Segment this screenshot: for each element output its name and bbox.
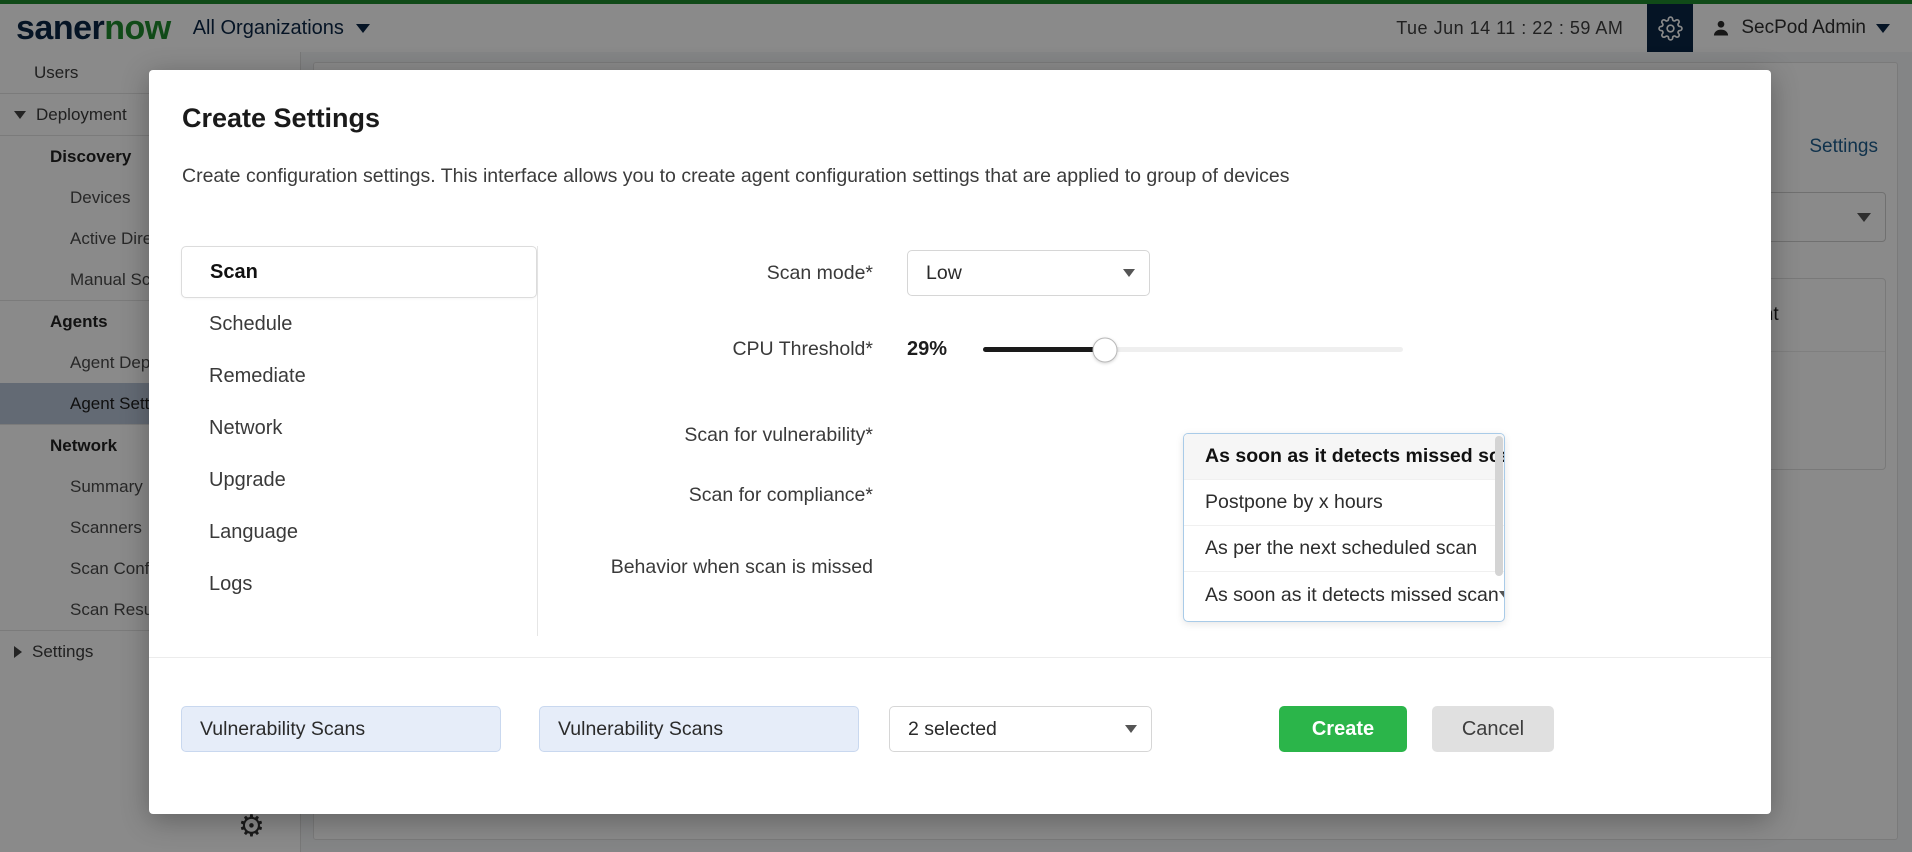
- chevron-down-icon: [1498, 591, 1504, 599]
- scan-settings-form: Scan mode* Low CPU Threshold* 29% Scan f…: [549, 246, 1741, 636]
- chevron-down-icon: [1125, 725, 1137, 733]
- field-cpu-threshold: CPU Threshold* 29%: [549, 337, 1403, 362]
- field-scan-vulnerability: Scan for vulnerability*: [549, 424, 907, 447]
- dropdown-scrollbar[interactable]: [1495, 436, 1503, 576]
- dialog-title: Create Settings: [182, 103, 381, 133]
- create-settings-dialog: Create Settings Create configuration set…: [149, 70, 1771, 814]
- dropdown-option-label: As soon as it detects missed scan: [1205, 445, 1505, 467]
- tab-network[interactable]: Network: [181, 402, 537, 454]
- field-label: Behavior when scan is missed: [610, 556, 873, 578]
- tab-label: Schedule: [209, 312, 293, 335]
- cpu-threshold-slider[interactable]: [983, 337, 1403, 362]
- chevron-down-icon: [1123, 269, 1135, 277]
- create-button[interactable]: Create: [1279, 706, 1407, 752]
- dialog-description: Create configuration settings. This inte…: [182, 165, 1290, 187]
- dropdown-selected-label: As soon as it detects missed scan: [1205, 583, 1499, 606]
- tab-language[interactable]: Language: [181, 506, 537, 558]
- tab-scan[interactable]: Scan: [181, 246, 537, 298]
- slider-thumb[interactable]: [1092, 337, 1118, 362]
- tab-label: Network: [209, 416, 283, 439]
- field-scan-compliance: Scan for compliance*: [549, 484, 907, 507]
- tab-logs[interactable]: Logs: [181, 558, 537, 610]
- dropdown-selected-value[interactable]: As soon as it detects missed scan: [1184, 572, 1504, 618]
- tab-label: Language: [209, 520, 298, 543]
- field-scan-mode: Scan mode* Low: [549, 250, 1150, 296]
- settings-name-input[interactable]: Vulnerability Scans: [181, 706, 501, 752]
- dropdown-option-postpone[interactable]: Postpone by x hours: [1184, 480, 1504, 526]
- create-button-label: Create: [1311, 717, 1375, 740]
- scan-mode-select[interactable]: Low: [907, 250, 1150, 296]
- field-label: Scan for compliance*: [688, 484, 873, 506]
- field-label: CPU Threshold*: [732, 338, 873, 360]
- dialog-footer: Vulnerability Scans Vulnerability Scans …: [149, 657, 1771, 814]
- cpu-threshold-value: 29%: [907, 338, 948, 360]
- tab-schedule[interactable]: Schedule: [181, 298, 537, 350]
- group-multiselect[interactable]: 2 selected: [889, 706, 1152, 752]
- field-behavior-missed-scan: Behavior when scan is missed: [549, 556, 907, 579]
- settings-description-input[interactable]: Vulnerability Scans: [539, 706, 859, 752]
- settings-description-value: Vulnerability Scans: [558, 717, 724, 740]
- dropdown-option-as-soon-as-detects[interactable]: As soon as it detects missed scan: [1184, 434, 1504, 480]
- behavior-missed-scan-dropdown[interactable]: As soon as it detects missed scan Postpo…: [1183, 433, 1505, 622]
- tab-label: Scan: [210, 260, 258, 283]
- tab-label: Upgrade: [209, 468, 286, 491]
- tab-label: Logs: [209, 572, 253, 595]
- dropdown-option-next-scheduled[interactable]: As per the next scheduled scan: [1184, 526, 1504, 572]
- tab-upgrade[interactable]: Upgrade: [181, 454, 537, 506]
- tab-remediate[interactable]: Remediate: [181, 350, 537, 402]
- tab-label: Remediate: [209, 364, 306, 387]
- cancel-button-label: Cancel: [1461, 717, 1525, 740]
- settings-name-value: Vulnerability Scans: [200, 717, 366, 740]
- field-label: Scan for vulnerability*: [684, 424, 873, 446]
- settings-tab-list: Scan Schedule Remediate Network Upgrade …: [181, 246, 538, 636]
- slider-fill: [983, 347, 1105, 352]
- dropdown-option-label: Postpone by x hours: [1205, 491, 1383, 513]
- field-label: Scan mode*: [766, 261, 873, 284]
- group-multiselect-value: 2 selected: [908, 717, 997, 740]
- cancel-button[interactable]: Cancel: [1432, 706, 1554, 752]
- dropdown-option-label: As per the next scheduled scan: [1205, 537, 1478, 559]
- scan-mode-value: Low: [926, 261, 962, 284]
